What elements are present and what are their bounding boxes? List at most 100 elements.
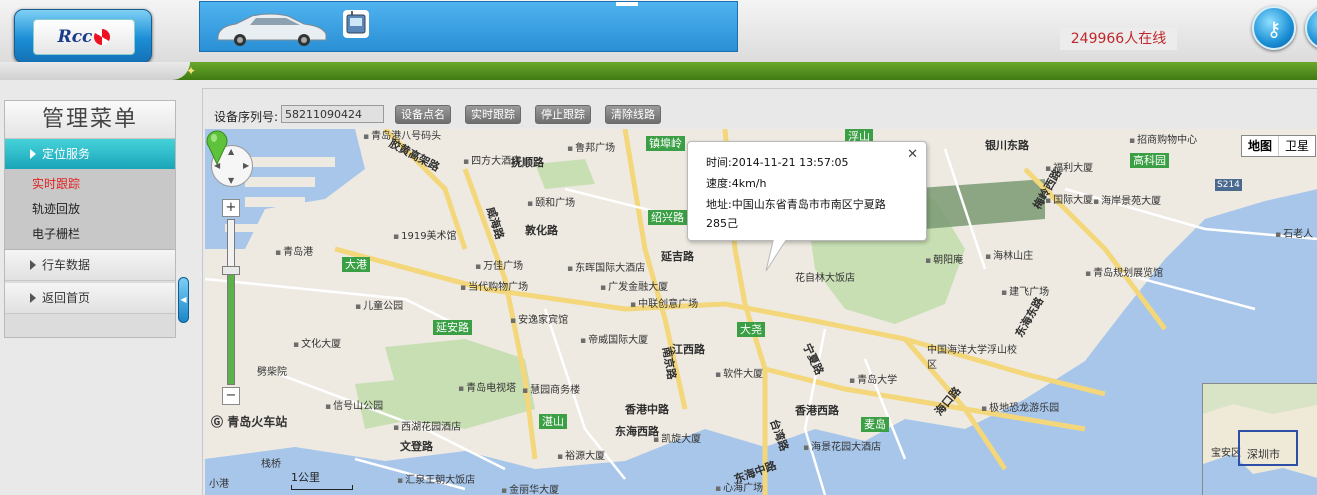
overview-map[interactable]: 宝安区 深圳市 (1202, 383, 1317, 495)
map-type-map-button[interactable]: 地图 (1242, 136, 1280, 156)
map-poi: 汇泉王朝大饭店 (397, 471, 475, 486)
map-poi: 当代购物广场 (460, 278, 528, 293)
triangle-right-icon (30, 149, 36, 159)
road-name: 延吉路 (661, 250, 694, 263)
serial-number-field[interactable] (281, 105, 384, 123)
close-icon[interactable]: ✕ (907, 147, 918, 162)
logo-badge: Rcc (33, 19, 135, 55)
map-poi: 帝威国际大厦 (580, 331, 648, 346)
secondary-round-button[interactable] (1305, 6, 1317, 50)
sidebar-collapse-handle[interactable]: ◀ (178, 277, 189, 323)
key-icon[interactable]: ⚷ (1252, 6, 1296, 50)
map-area-tag: 延安路 (433, 320, 472, 335)
map-poi: 小港 (209, 479, 229, 490)
map-area-tag: 高科园 (1130, 153, 1169, 168)
sidebar-subitem-realtime-tracking[interactable]: 实时跟踪 (5, 172, 175, 197)
map-area-tag: 镇埠岭 (646, 136, 685, 151)
zoom-in-button[interactable]: + (222, 199, 240, 217)
sidebar-subitem-geofence[interactable]: 电子栅栏 (5, 222, 175, 247)
sidebar-item-location-service[interactable]: 定位服务 (5, 139, 175, 170)
map-area-tag: 湛山 (539, 414, 567, 429)
info-address: 地址:中国山东省青岛市市南区宁夏路 (706, 198, 886, 211)
gps-device-icon (343, 10, 369, 38)
zoom-slider-thumb[interactable] (222, 266, 240, 275)
header-divider-left (0, 62, 190, 80)
map-poi: 广发金融大厦 (600, 278, 668, 293)
sidebar-submenu: 实时跟踪 轨迹回放 电子栅栏 (5, 170, 175, 250)
realtime-track-button[interactable]: 实时跟踪 (465, 105, 521, 124)
sidebar-item-driving-data[interactable]: 行车数据 (5, 250, 175, 281)
map-poi: 青岛大学 (849, 371, 897, 386)
locate-device-button[interactable]: 设备点名 (395, 105, 451, 124)
road-name: 文登路 (400, 440, 433, 453)
map-poi: 海景花园大酒店 (803, 438, 881, 453)
panel-notch (616, 2, 638, 6)
sidebar-title: 管理菜单 (5, 101, 175, 139)
online-count: 249966人在线 (1060, 28, 1177, 50)
map-poi: 福利大厦 (1045, 159, 1093, 174)
zoom-out-button[interactable]: − (222, 387, 240, 405)
app-header: Rcc 249966人在线 ⚷ (0, 0, 1317, 63)
map-poi: 青岛规划展览馆 (1085, 264, 1163, 279)
map-type-satellite-button[interactable]: 卫星 (1279, 136, 1315, 156)
overview-viewport-box[interactable] (1238, 430, 1298, 466)
info-address-cont: 285己 (706, 217, 738, 230)
road-name: 香港西路 (795, 404, 839, 417)
map-poi: 慧园商务楼 (522, 381, 580, 396)
map-canvas[interactable]: 镇埠岭 浮山 绍兴路 高科园 大港 延安路 大尧 湛山 麦岛 S214 抚顺路 … (205, 129, 1317, 495)
sidebar-item-label: 行车数据 (42, 258, 91, 272)
header-divider-bar (0, 62, 1317, 80)
car-icon (217, 13, 327, 46)
road-name: 香港中路 (625, 403, 669, 416)
rcc-logo[interactable]: Rcc (14, 9, 152, 63)
map-poi: 劈柴院 (257, 367, 287, 378)
map-poi: 儿童公园 (355, 297, 403, 312)
map-poi: 青岛电视塔 (458, 379, 516, 394)
map-type-switcher: 地图 卫星 (1241, 135, 1317, 157)
sidebar-item-return-home[interactable]: 返回首页 (5, 283, 175, 314)
map-poi: 海林山庄 (985, 247, 1033, 262)
map-area-tag: 麦岛 (861, 417, 889, 432)
map-poi: 国际大厦 (1045, 191, 1093, 206)
map-scale-bar (291, 485, 353, 490)
map-poi: 青岛港 (275, 243, 313, 258)
logo-text: Rcc (57, 27, 93, 47)
map-poi: 朝阳庵 (925, 251, 963, 266)
triangle-right-icon (30, 260, 36, 270)
info-window-pointer (765, 237, 789, 272)
map-poi: 栈桥 (261, 459, 281, 470)
map-poi: 软件大厦 (715, 365, 763, 380)
sidebar: 管理菜单 定位服务 实时跟踪 轨迹回放 电子栅栏 行车数据 返回首页 (4, 100, 176, 338)
pan-right-icon[interactable]: ▶ (243, 161, 249, 170)
sidebar-item-label: 返回首页 (42, 291, 91, 305)
overview-label: 宝安区 (1211, 448, 1241, 459)
serial-label: 设备序列号: (214, 110, 279, 124)
bulb-icon: ✦ (186, 64, 197, 78)
map-poi: 万佳广场 (475, 257, 523, 272)
map-poi: 信号山公园 (325, 397, 383, 412)
map-poi: 西湖花园酒店 (393, 418, 461, 433)
vehicle-panel (199, 1, 738, 52)
map-poi: 裕源大厦 (557, 447, 605, 462)
map-poi: 文化大厦 (293, 335, 341, 350)
logo-swoosh-icon (94, 29, 111, 45)
sidebar-item-label: 定位服务 (42, 147, 91, 161)
vehicle-location-marker-icon[interactable] (205, 129, 229, 165)
pan-down-icon[interactable]: ▼ (228, 176, 234, 185)
map-area-tag: 大港 (342, 257, 370, 272)
zoom-slider-track-upper[interactable] (227, 219, 235, 271)
stop-track-button[interactable]: 停止跟踪 (535, 105, 591, 124)
map-poi: 颐和广场 (527, 194, 575, 209)
map-poi: 鲁邦广场 (567, 139, 615, 154)
clear-route-button[interactable]: 清除线路 (605, 105, 661, 124)
train-icon: Ⓖ (211, 415, 224, 429)
triangle-right-icon (30, 293, 36, 303)
map-poi: 心海广场 (715, 479, 763, 494)
map-poi: 石老人 (1275, 225, 1313, 240)
sidebar-subitem-track-playback[interactable]: 轨迹回放 (5, 197, 175, 222)
map-poi: 招商购物中心 (1129, 131, 1197, 146)
map-poi: 花自林大饭店 (795, 273, 855, 284)
map-poi: 东晖国际大酒店 (567, 259, 645, 274)
map-poi: 1919美术馆 (393, 227, 456, 242)
train-station-label: Ⓖ 青岛火车站 (211, 413, 287, 430)
